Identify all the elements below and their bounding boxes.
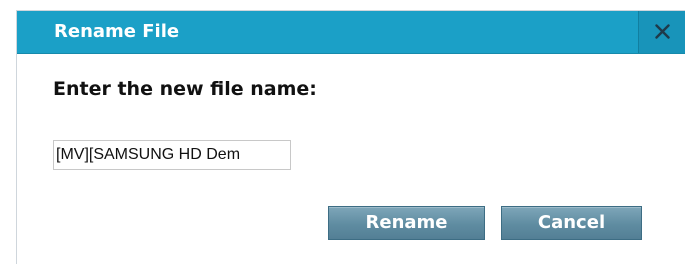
- dialog-titlebar: Rename File: [17, 11, 685, 54]
- rename-file-dialog: Rename File Enter the new file name: Ren…: [16, 10, 685, 264]
- rename-button[interactable]: Rename: [328, 206, 485, 240]
- filename-input[interactable]: [53, 140, 291, 170]
- close-button[interactable]: [638, 11, 685, 53]
- dialog-title: Rename File: [54, 21, 180, 42]
- new-name-prompt: Enter the new file name:: [53, 78, 317, 100]
- close-icon: [655, 24, 670, 39]
- cancel-button[interactable]: Cancel: [501, 206, 642, 240]
